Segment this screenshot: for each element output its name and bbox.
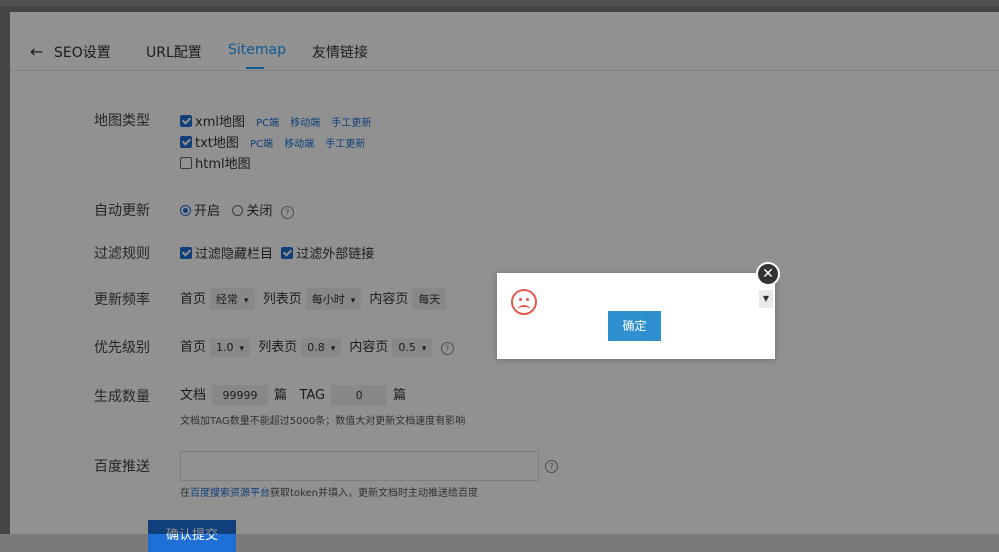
scroll-down-arrow-icon[interactable]: ▼ [759, 290, 773, 308]
alert-dialog: 确定 [497, 273, 775, 359]
close-icon[interactable]: ✕ [756, 262, 780, 286]
confirm-button[interactable]: 确定 [608, 311, 661, 341]
modal-overlay [0, 0, 999, 534]
sad-face-icon [511, 289, 537, 315]
